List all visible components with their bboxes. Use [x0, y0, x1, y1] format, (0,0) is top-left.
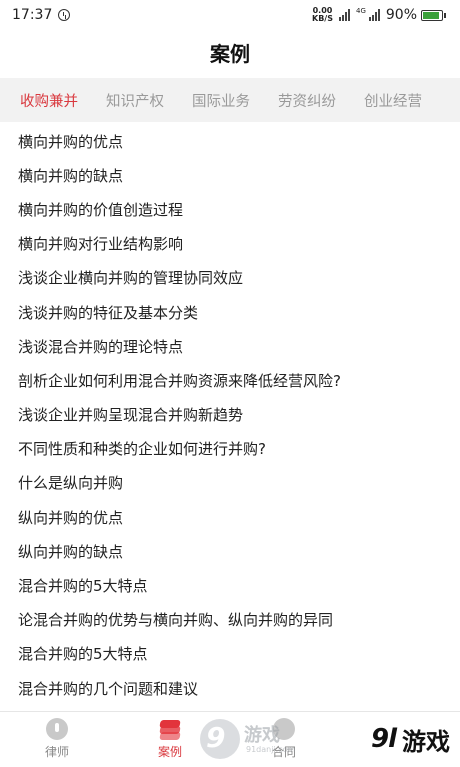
case-list: 横向并购的优点 横向并购的缺点 横向并购的价值创造过程 横向并购对行业结构影响 …	[0, 124, 460, 705]
list-item[interactable]: 横向并购的缺点	[0, 158, 460, 192]
nav-contract-label: 合同	[272, 745, 297, 759]
network-speed: 0.00 KB/S	[312, 7, 333, 23]
status-right: 0.00 KB/S 4G 90%	[312, 7, 446, 23]
status-left: 17:37	[12, 7, 71, 23]
clock: 17:37	[12, 7, 53, 23]
signal-icon	[338, 9, 350, 21]
list-item[interactable]: 横向并购的优点	[0, 124, 460, 158]
network-type: 4G	[355, 7, 366, 15]
list-item[interactable]: 剖析企业如何利用混合并购资源来降低经营风险?	[0, 363, 460, 397]
case-icon	[158, 718, 182, 740]
list-item[interactable]: 横向并购对行业结构影响	[0, 227, 460, 261]
list-item[interactable]: 浅谈企业并购呈现混合并购新趋势	[0, 398, 460, 432]
list-item[interactable]: 什么是纵向并购	[0, 466, 460, 500]
battery-tip	[444, 12, 446, 18]
status-bar: 17:37 0.00 KB/S 4G 90%	[0, 0, 460, 30]
list-item[interactable]: 论混合并购的优势与横向并购、纵向并购的异同	[0, 603, 460, 637]
tab-intellectual-property[interactable]: 知识产权	[106, 90, 164, 111]
list-item[interactable]: 混合并购的5大特点	[0, 568, 460, 602]
list-item[interactable]: 浅谈混合并购的理论特点	[0, 329, 460, 363]
battery-icon	[421, 9, 443, 21]
list-item[interactable]: 纵向并购的优点	[0, 500, 460, 534]
header: 案例	[0, 30, 460, 74]
network-speed-unit: KB/S	[312, 14, 333, 23]
contract-icon	[273, 718, 295, 740]
list-item[interactable]: 纵向并购的缺点	[0, 534, 460, 568]
list-item[interactable]: 浅谈并购的特征及基本分类	[0, 295, 460, 329]
nav-lawyer[interactable]: 律师	[45, 718, 69, 760]
tab-international[interactable]: 国际业务	[192, 90, 250, 111]
nav-case-label: 案例	[158, 745, 183, 759]
list-item[interactable]: 浅谈企业横向并购的管理协同效应	[0, 261, 460, 295]
nav-contract[interactable]: 合同	[272, 718, 296, 760]
signal-icon-2	[368, 9, 380, 21]
list-item[interactable]: 不同性质和种类的企业如何进行并购?	[0, 432, 460, 466]
tab-startup[interactable]: 创业经营	[364, 90, 422, 111]
list-item[interactable]: 混合并购的几个问题和建议	[0, 671, 460, 705]
nav-lawyer-label: 律师	[45, 745, 70, 759]
page-title: 案例	[210, 41, 250, 66]
alarm-icon	[58, 9, 71, 21]
list-item[interactable]: 横向并购的价值创造过程	[0, 192, 460, 226]
nav-case[interactable]: 案例	[158, 718, 182, 760]
battery-percent: 90%	[385, 7, 417, 23]
battery: 90%	[386, 7, 446, 23]
category-tabs: 收购兼并 知识产权 国际业务 劳资纠纷 创业经营	[0, 78, 460, 122]
list-item[interactable]: 混合并购的5大特点	[0, 637, 460, 671]
tab-labor-disputes[interactable]: 劳资纠纷	[278, 90, 336, 111]
lawyer-icon	[46, 718, 68, 740]
tab-mergers[interactable]: 收购兼并	[20, 90, 78, 111]
battery-fill	[423, 11, 440, 19]
bottom-nav: 律师 案例 合同	[0, 711, 460, 767]
